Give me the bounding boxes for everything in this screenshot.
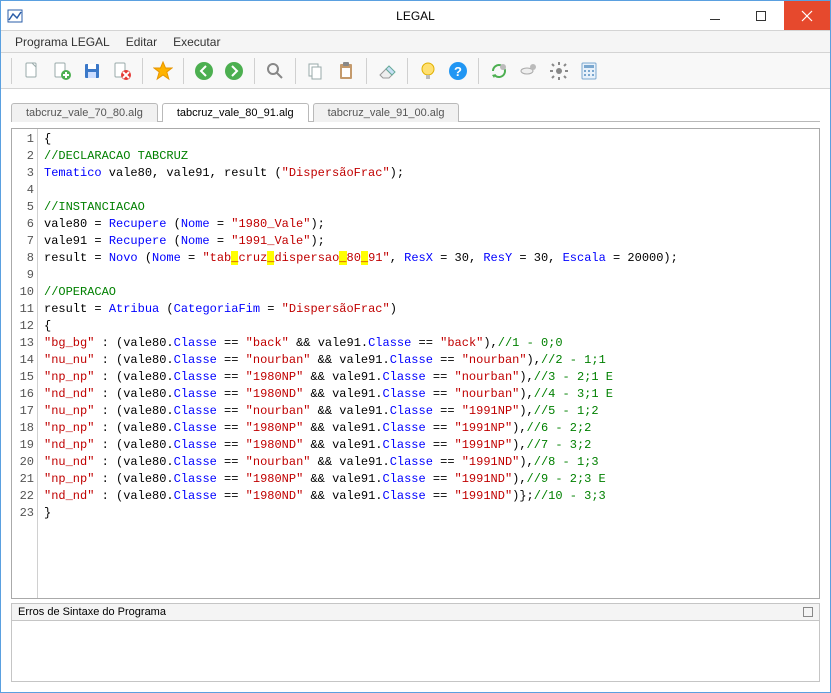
code-line[interactable]: "bg_bg" : (vale80.Classe == "back" && va… [44,335,813,352]
code-line[interactable]: Tematico vale80, vale91, result ("Disper… [44,165,813,182]
tab-file-0[interactable]: tabcruz_vale_70_80.alg [11,103,158,122]
code-line[interactable]: { [44,318,813,335]
menu-programa-legal[interactable]: Programa LEGAL [7,33,118,51]
code-line[interactable] [44,267,813,284]
tab-file-1[interactable]: tabcruz_vale_80_91.alg [162,103,309,122]
minimize-button[interactable] [692,1,738,30]
dock-icon[interactable] [803,607,813,617]
toolbar-separator [407,58,408,84]
code-line[interactable]: { [44,131,813,148]
svg-text:?: ? [454,64,462,79]
line-number: 7 [12,233,37,250]
code-line[interactable]: "nu_nd" : (vale80.Classe == "nourban" &&… [44,454,813,471]
window-controls [692,1,830,30]
code-area[interactable]: {//DECLARACAO TABCRUZTematico vale80, va… [38,129,819,598]
code-line[interactable]: "nd_nd" : (vale80.Classe == "1980ND" && … [44,386,813,403]
toolbar-separator [295,58,296,84]
toolbar-separator [478,58,479,84]
maximize-button[interactable] [738,1,784,30]
toolbar-separator [11,58,12,84]
add-file-button[interactable] [48,57,76,85]
toggle-gear-button[interactable] [515,57,543,85]
code-line[interactable]: result = Novo (Nome = "tab_cruz_dispersa… [44,250,813,267]
line-number: 19 [12,437,37,454]
error-panel-body[interactable] [11,620,820,682]
line-number: 13 [12,335,37,352]
delete-file-button[interactable] [108,57,136,85]
line-number: 6 [12,216,37,233]
code-editor[interactable]: 1234567891011121314151617181920212223 {/… [11,128,820,599]
code-line[interactable]: "nd_nd" : (vale80.Classe == "1980ND" && … [44,488,813,505]
code-line[interactable]: vale91 = Recupere (Nome = "1991_Vale"); [44,233,813,250]
toolbar-separator [366,58,367,84]
menu-editar[interactable]: Editar [118,33,165,51]
editor-tabstrip: tabcruz_vale_70_80.alg tabcruz_vale_80_9… [1,89,830,121]
code-line[interactable]: } [44,505,813,522]
error-panel-header[interactable]: Erros de Sintaxe do Programa [11,603,820,620]
line-number: 21 [12,471,37,488]
code-line[interactable]: //OPERACAO [44,284,813,301]
line-number: 12 [12,318,37,335]
save-button[interactable] [78,57,106,85]
toolbar: ? [1,53,830,89]
new-file-button[interactable] [18,57,46,85]
code-line[interactable]: vale80 = Recupere (Nome = "1980_Vale"); [44,216,813,233]
copy-button[interactable] [302,57,330,85]
line-number-gutter: 1234567891011121314151617181920212223 [12,129,38,598]
line-number: 16 [12,386,37,403]
line-number: 22 [12,488,37,505]
favorite-button[interactable] [149,57,177,85]
line-number: 11 [12,301,37,318]
code-line[interactable]: "np_np" : (vale80.Classe == "1980NP" && … [44,420,813,437]
tab-file-2[interactable]: tabcruz_vale_91_00.alg [313,103,460,122]
toolbar-separator [254,58,255,84]
code-line[interactable]: "nd_np" : (vale80.Classe == "1980ND" && … [44,437,813,454]
code-line[interactable] [44,182,813,199]
erase-button[interactable] [373,57,401,85]
toolbar-separator [183,58,184,84]
line-number: 5 [12,199,37,216]
code-line[interactable]: //DECLARACAO TABCRUZ [44,148,813,165]
code-line[interactable]: "nu_nu" : (vale80.Classe == "nourban" &&… [44,352,813,369]
menu-executar[interactable]: Executar [165,33,228,51]
settings-button[interactable] [545,57,573,85]
line-number: 4 [12,182,37,199]
line-number: 2 [12,148,37,165]
code-line[interactable]: //INSTANCIACAO [44,199,813,216]
toolbar-separator [142,58,143,84]
line-number: 14 [12,352,37,369]
line-number: 20 [12,454,37,471]
error-panel: Erros de Sintaxe do Programa [11,603,820,682]
forward-button[interactable] [220,57,248,85]
line-number: 3 [12,165,37,182]
menubar: Programa LEGAL Editar Executar [1,31,830,53]
line-number: 23 [12,505,37,522]
code-line[interactable]: "nu_np" : (vale80.Classe == "nourban" &&… [44,403,813,420]
close-button[interactable] [784,1,830,30]
line-number: 1 [12,131,37,148]
line-number: 18 [12,420,37,437]
paste-button[interactable] [332,57,360,85]
app-icon [7,8,23,24]
hint-button[interactable] [414,57,442,85]
code-line[interactable]: "np_np" : (vale80.Classe == "1980NP" && … [44,369,813,386]
search-button[interactable] [261,57,289,85]
back-button[interactable] [190,57,218,85]
line-number: 15 [12,369,37,386]
error-panel-title: Erros de Sintaxe do Programa [18,606,166,618]
refresh-gear-button[interactable] [485,57,513,85]
help-button[interactable]: ? [444,57,472,85]
line-number: 9 [12,267,37,284]
calculator-button[interactable] [575,57,603,85]
titlebar: LEGAL [1,1,830,31]
code-line[interactable]: result = Atribua (CategoriaFim = "Disper… [44,301,813,318]
line-number: 17 [12,403,37,420]
line-number: 10 [12,284,37,301]
line-number: 8 [12,250,37,267]
code-line[interactable]: "np_np" : (vale80.Classe == "1980NP" && … [44,471,813,488]
